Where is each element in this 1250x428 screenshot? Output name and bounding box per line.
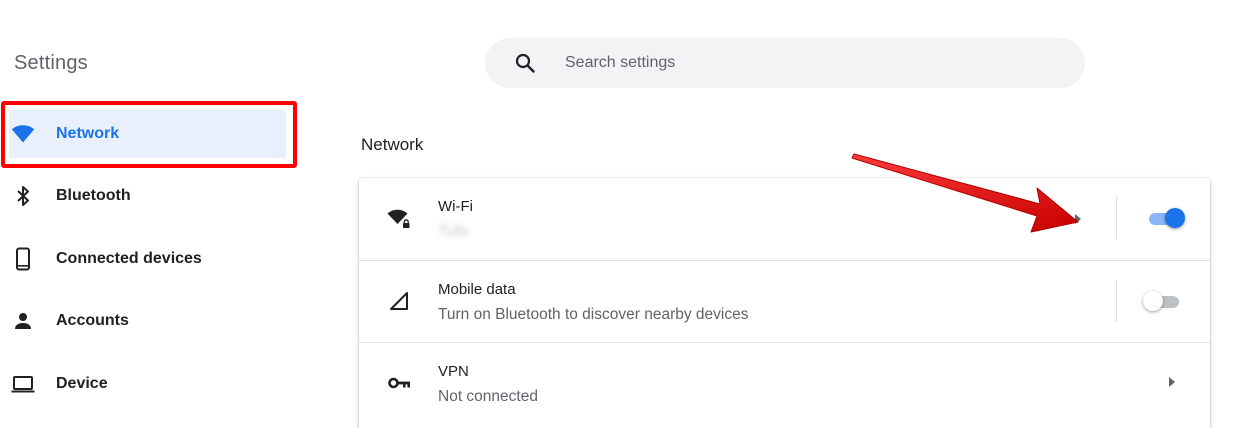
highlight-annotation-box [1, 101, 297, 168]
vpn-status: Not connected [438, 388, 538, 405]
toggle-knob [1165, 208, 1185, 228]
sidebar-item-bluetooth[interactable]: Bluetooth [0, 171, 300, 221]
sidebar-item-label: Connected devices [56, 250, 202, 267]
sidebar-item-label: Device [56, 375, 108, 392]
mobile-data-toggle[interactable] [1143, 290, 1183, 312]
sidebar-item-label: Bluetooth [56, 187, 131, 204]
row-separator [1116, 197, 1117, 239]
person-icon [15, 313, 31, 329]
wifi-toggle[interactable] [1145, 207, 1185, 229]
wifi-title: Wi-Fi [438, 198, 473, 215]
vpn-row[interactable]: VPN Not connected [359, 342, 1210, 424]
sidebar-item-device[interactable]: Device [0, 359, 300, 409]
wifi-network-name: Tufe [438, 223, 469, 240]
wifi-subpage-arrow-icon[interactable] [1075, 214, 1081, 224]
app-title: Settings [14, 52, 88, 74]
vpn-subpage-arrow-icon[interactable] [1169, 377, 1175, 387]
network-card: Wi-Fi Tufe Mobile data Turn on Bluetooth… [359, 178, 1210, 428]
vpn-title: VPN [438, 363, 469, 380]
row-separator [1116, 280, 1117, 322]
search-icon [515, 53, 535, 73]
section-title: Network [361, 135, 424, 154]
sidebar-item-connected-devices[interactable]: Connected devices [0, 234, 300, 284]
mobile-data-subtitle: Turn on Bluetooth to discover nearby dev… [438, 306, 749, 323]
search-input[interactable] [565, 50, 1045, 76]
cellular-signal-icon [390, 292, 408, 310]
wifi-lock-icon [387, 209, 410, 228]
vpn-key-icon [388, 377, 410, 389]
mobile-data-title: Mobile data [438, 281, 516, 298]
search-bar[interactable] [485, 38, 1085, 88]
sidebar-item-label: Accounts [56, 312, 129, 329]
settings-window: Settings Network Bluetooth Connected dev… [0, 0, 1250, 428]
wifi-row[interactable]: Wi-Fi Tufe [359, 178, 1210, 259]
mobile-data-row[interactable]: Mobile data Turn on Bluetooth to discove… [359, 260, 1210, 342]
phone-icon [16, 247, 30, 271]
sidebar-item-accounts[interactable]: Accounts [0, 296, 300, 346]
laptop-icon [11, 376, 35, 393]
bluetooth-icon [17, 186, 29, 206]
toggle-knob [1143, 291, 1163, 311]
